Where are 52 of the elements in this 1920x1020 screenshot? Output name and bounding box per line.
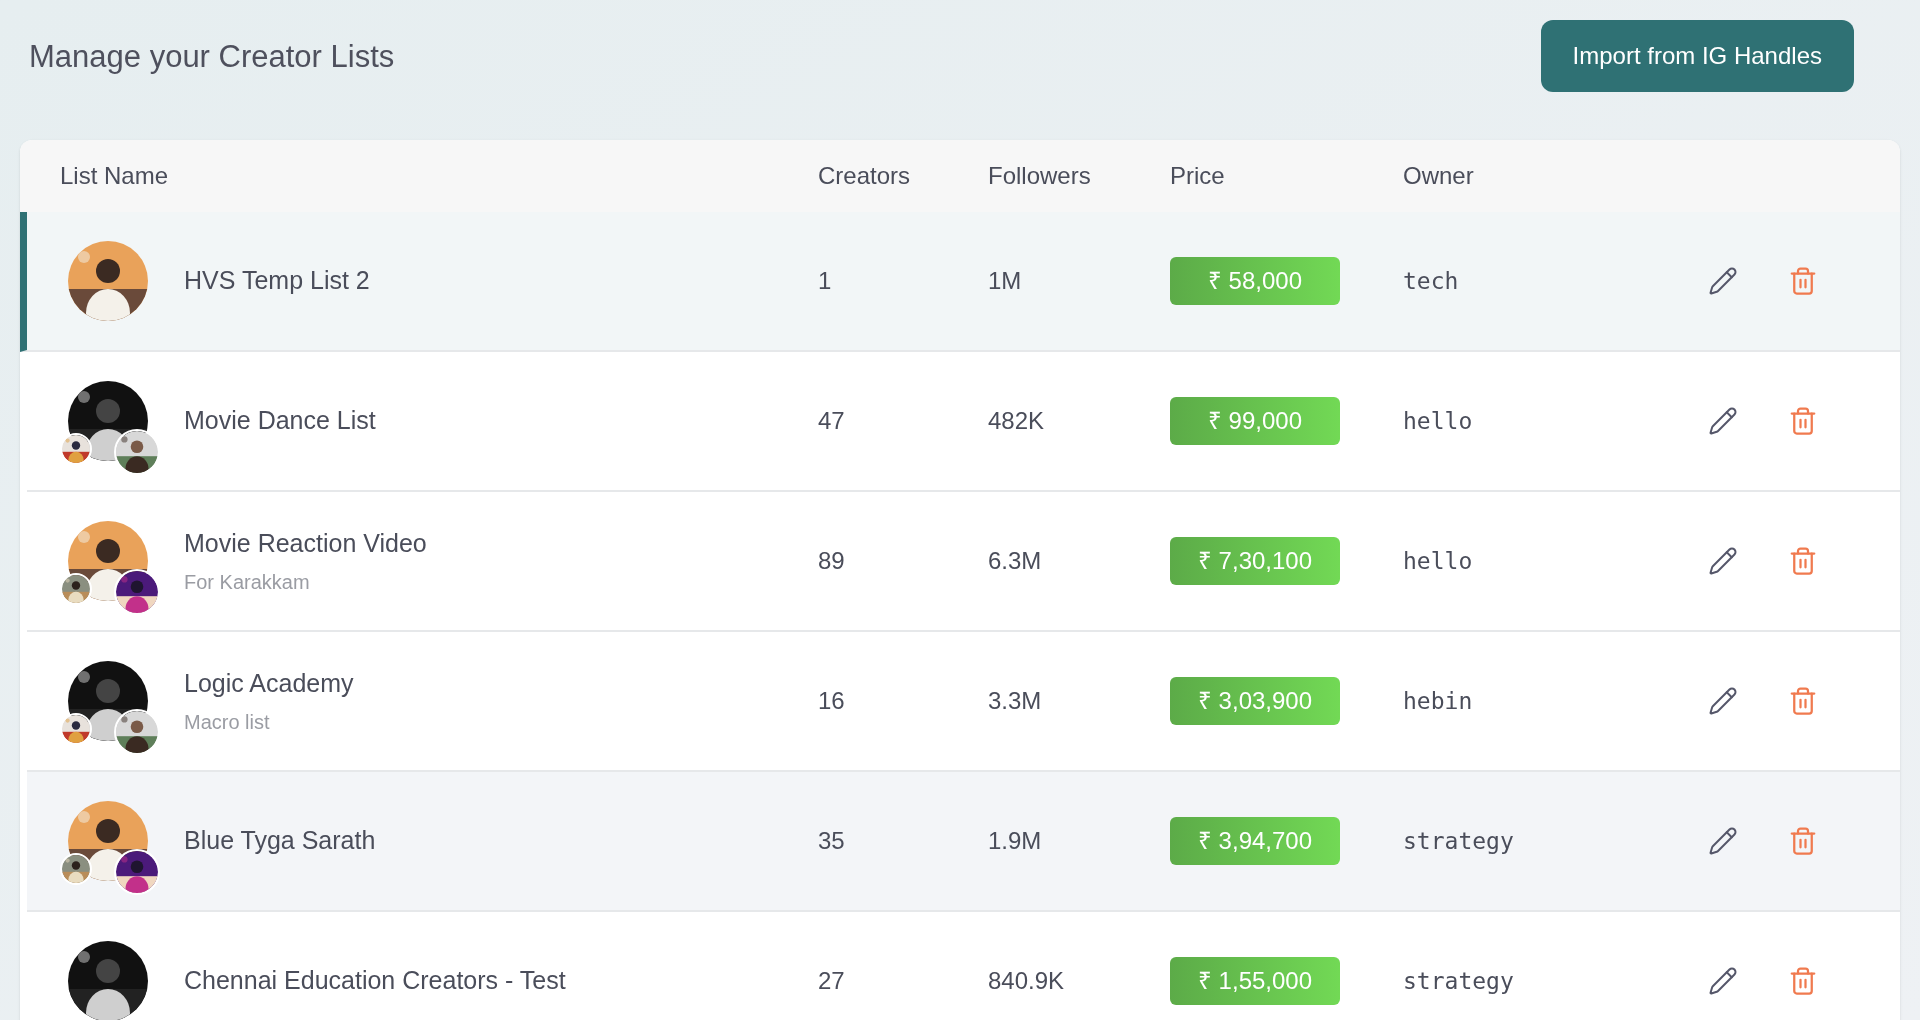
owner-name: hello: [1403, 547, 1473, 574]
list-subtitle: For Karakkam: [184, 569, 311, 595]
followers-count: 3.3M: [988, 687, 1042, 714]
list-subtitle: Macro list: [184, 709, 271, 735]
creators-count: 89: [818, 547, 845, 574]
delete-icon[interactable]: [1788, 266, 1818, 296]
owner-name: hello: [1403, 407, 1473, 434]
price-badge: ₹ 99,000: [1170, 397, 1340, 445]
edit-icon[interactable]: [1708, 406, 1738, 436]
followers-count: 482K: [988, 407, 1045, 434]
delete-icon[interactable]: [1788, 826, 1818, 856]
owner-name: strategy: [1403, 827, 1514, 854]
followers-count: 1M: [988, 267, 1022, 294]
list-name: Logic Academy: [184, 668, 354, 700]
edit-icon[interactable]: [1708, 826, 1738, 856]
list-name: Movie Reaction Video: [184, 528, 427, 560]
followers-count: 6.3M: [988, 547, 1042, 574]
price-badge: ₹ 1,55,000: [1170, 957, 1340, 1005]
list-name: HVS Temp List 2: [184, 265, 370, 297]
owner-name: tech: [1403, 267, 1459, 294]
list-name: Chennai Education Creators - Test: [184, 965, 566, 997]
column-header: Owner: [1403, 161, 1475, 191]
owner-name: hebin: [1403, 687, 1473, 714]
followers-count: 1.9M: [988, 827, 1042, 854]
edit-icon[interactable]: [1708, 686, 1738, 716]
list-row[interactable]: HVS Temp List 2 1 1M ₹ 58,000 tech: [20, 212, 1900, 352]
delete-icon[interactable]: [1788, 406, 1818, 436]
creators-count: 47: [818, 407, 845, 434]
followers-count: 840.9K: [988, 967, 1065, 994]
price-badge: ₹ 3,94,700: [1170, 817, 1340, 865]
creators-count: 1: [818, 267, 832, 294]
edit-icon[interactable]: [1708, 266, 1738, 296]
delete-icon[interactable]: [1788, 686, 1818, 716]
edit-icon[interactable]: [1708, 546, 1738, 576]
owner-name: strategy: [1403, 967, 1514, 994]
creators-count: 27: [818, 967, 845, 994]
price-badge: ₹ 3,03,900: [1170, 677, 1340, 725]
list-name: Movie Dance List: [184, 405, 376, 437]
column-header: Price: [1170, 161, 1226, 191]
creators-count: 35: [818, 827, 845, 854]
price-badge: ₹ 58,000: [1170, 257, 1340, 305]
delete-icon[interactable]: [1788, 546, 1818, 576]
price-badge: ₹ 7,30,100: [1170, 537, 1340, 585]
page-title: Manage your Creator Lists: [29, 38, 395, 76]
import-button[interactable]: Import from IG Handles: [1540, 20, 1854, 92]
edit-icon[interactable]: [1708, 966, 1738, 996]
list-name: Blue Tyga Sarath: [184, 825, 376, 857]
column-header: Creators: [818, 161, 912, 191]
delete-icon[interactable]: [1788, 966, 1818, 996]
creators-count: 16: [818, 687, 845, 714]
column-header: Followers: [988, 161, 1092, 191]
column-header: List Name: [59, 161, 170, 191]
